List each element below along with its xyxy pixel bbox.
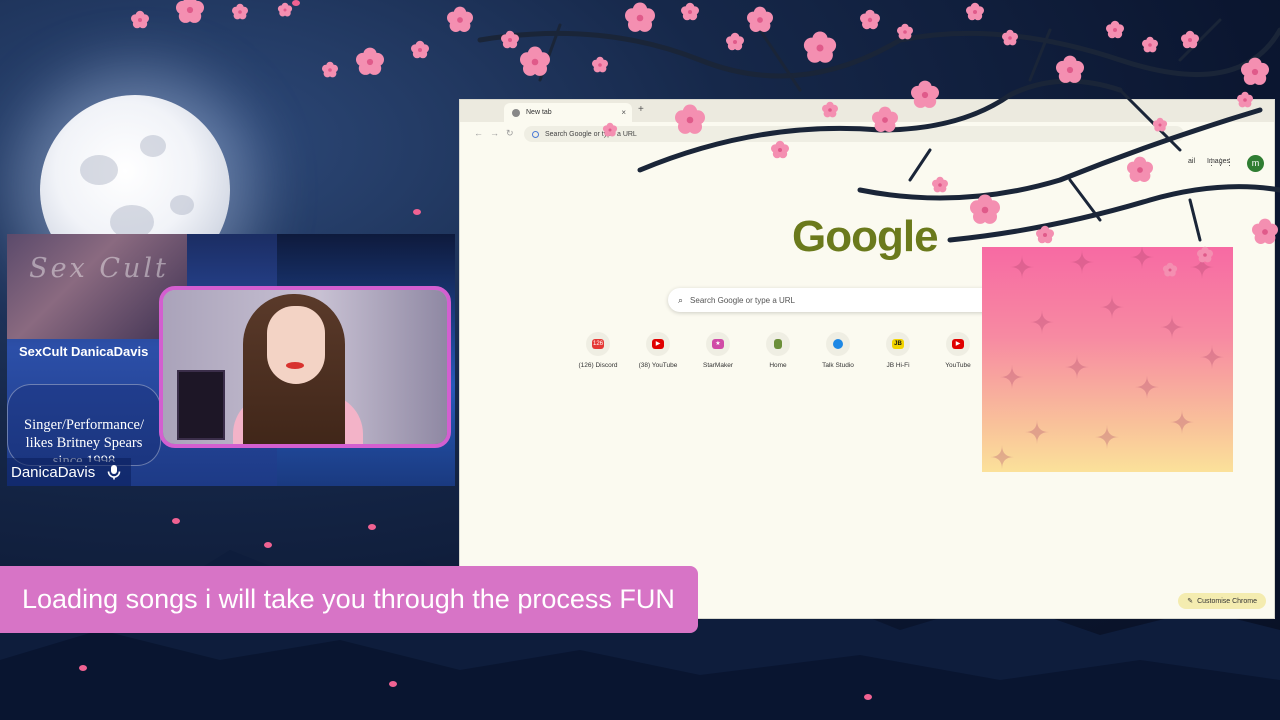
shortcut-label: StarMaker: [703, 362, 733, 369]
customise-label: Customise Chrome: [1197, 597, 1257, 605]
starmaker-icon: ★: [712, 339, 724, 349]
shortcut-home[interactable]: Home: [748, 332, 808, 369]
discord-icon: 126: [592, 339, 604, 349]
gmail-link[interactable]: ail: [1188, 158, 1195, 165]
star-pattern: [990, 247, 1224, 469]
youtube-icon: ▶: [952, 339, 964, 349]
chrome-icon: [512, 108, 520, 117]
forward-arrow-icon[interactable]: →: [490, 128, 499, 138]
caption-banner: Loading songs i will take you through th…: [0, 566, 698, 633]
shortcut-label: (38) YouTube: [638, 362, 678, 369]
shortcut-list: 126 (126) Discord ▶ (38) YouTube ★ StarM…: [568, 332, 988, 369]
person-lips: [286, 362, 304, 369]
pink-star-panel: [982, 247, 1233, 472]
shortcut-jbhifi[interactable]: JB JB Hi-Fi: [868, 332, 928, 369]
tab-title: New tab: [526, 109, 552, 116]
bio-text: Singer/Performance/ likes Britney Spears…: [24, 417, 144, 462]
apps-grid-icon[interactable]: ⋮⋮⋮: [1207, 157, 1234, 168]
google-g-icon: [532, 130, 539, 138]
close-icon[interactable]: ×: [621, 108, 626, 117]
shortcut-discord[interactable]: 126 (126) Discord: [568, 332, 628, 369]
google-logo: Google: [792, 212, 939, 261]
person-face: [267, 306, 325, 384]
cam-name-label: DanicaDavis: [7, 458, 132, 486]
new-tab-button[interactable]: +: [638, 104, 644, 115]
avatar[interactable]: m: [1247, 155, 1264, 172]
shortcut-talk-studio[interactable]: Talk Studio: [808, 332, 868, 369]
jbhifi-icon: JB: [892, 339, 904, 349]
caption-text: Loading songs i will take you through th…: [22, 584, 675, 614]
shortcut-youtube[interactable]: ▶ YouTube: [928, 332, 988, 369]
back-arrow-icon[interactable]: ←: [474, 128, 483, 138]
microphone-icon[interactable]: [105, 463, 123, 481]
search-icon: ⌕: [678, 294, 684, 305]
wall-picture: [177, 370, 225, 440]
home-icon: [774, 339, 782, 349]
shortcut-label: Home: [769, 362, 787, 369]
pencil-icon: ✎: [1187, 598, 1194, 605]
toolbar: ← → ↻ Search Google or type a URL: [460, 122, 1274, 146]
shortcut-youtube-38[interactable]: ▶ (38) YouTube: [628, 332, 688, 369]
shortcut-label: YouTube: [945, 362, 971, 369]
reload-icon[interactable]: ↻: [506, 128, 514, 139]
shortcut-starmaker[interactable]: ★ StarMaker: [688, 332, 748, 369]
shortcut-label: JB Hi-Fi: [886, 362, 910, 369]
customise-chrome-button[interactable]: ✎ Customise Chrome: [1178, 593, 1266, 609]
webcam-frame: [159, 286, 451, 448]
address-bar[interactable]: Search Google or type a URL: [524, 126, 1184, 142]
webcam-panel: Sex Cult SexCult DanicaDavis Singer/Perf…: [7, 234, 455, 486]
profile-name: SexCult DanicaDavis: [19, 344, 149, 359]
tab-strip: New tab × +: [460, 100, 1274, 122]
address-bar-placeholder: Search Google or type a URL: [545, 130, 637, 138]
shortcut-label: (126) Discord: [578, 362, 618, 369]
profile-script-logo: Sex Cult: [29, 253, 169, 284]
search-placeholder: Search Google or type a URL: [690, 295, 795, 305]
shortcut-label: Talk Studio: [822, 362, 854, 369]
talk-studio-icon: [833, 339, 843, 349]
cam-username: DanicaDavis: [11, 463, 96, 481]
youtube-icon: ▶: [652, 339, 664, 349]
tab-new-tab[interactable]: New tab ×: [504, 103, 632, 122]
